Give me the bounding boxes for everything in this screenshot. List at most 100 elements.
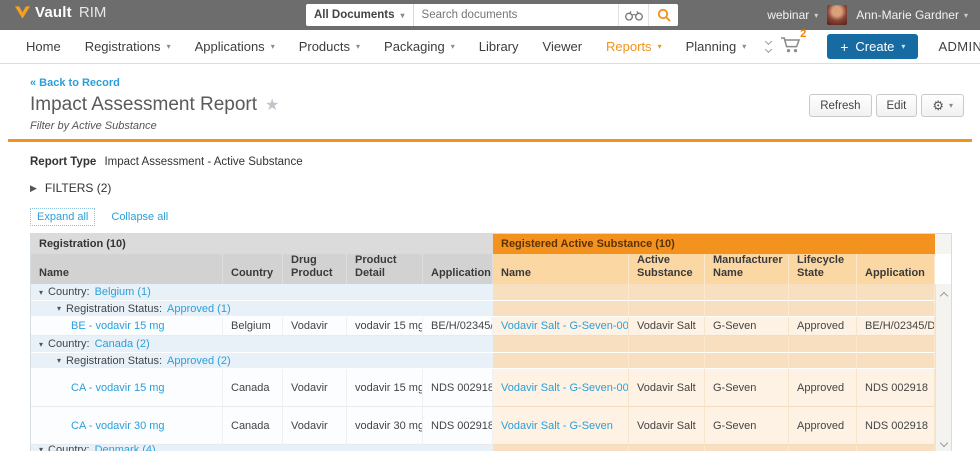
nav-right-group: 2 + Create ▾ ADMIN → [779,34,980,59]
scroll-down-icon[interactable] [937,437,951,451]
favorite-star-icon[interactable]: ★ [265,95,279,115]
search-bar: All Documents ▾ [306,4,678,26]
edit-button[interactable]: Edit [876,94,918,117]
expand-all-link[interactable]: Expand all [30,208,95,226]
group-link[interactable]: Belgium (1) [95,286,151,298]
column-header-drug-product[interactable]: Drug Product [283,254,347,284]
group-label: Country: [48,338,90,350]
nav-tab-registrations[interactable]: Registrations▾ [73,39,183,54]
group-link[interactable]: Denmark (4) [95,445,156,451]
search-icon [657,8,671,22]
admin-link[interactable]: ADMIN → [938,39,980,54]
search-scope-dropdown[interactable]: All Documents ▾ [306,4,414,26]
group-filler-cell [705,353,789,369]
registration-country-cell: Canada [223,407,283,445]
search-scope-label: All Documents [314,9,395,21]
search-button[interactable] [648,4,678,26]
group-filler-cell [789,445,857,451]
nav-tab-label: Planning [686,39,737,54]
back-to-record-link[interactable]: « Back to Record [30,77,120,89]
nav-tab-label: Products [299,39,350,54]
substance-name-link[interactable]: Vodavir Salt - G-Seven [501,420,613,432]
column-header-name[interactable]: Name [493,254,629,284]
user-avatar[interactable] [827,5,847,25]
nav-tab-products[interactable]: Products▾ [287,39,372,54]
column-header-application[interactable]: Application [423,254,493,284]
top-header-bar: Vault RIM All Documents ▾ webinar ▾ [0,0,980,30]
refresh-button[interactable]: Refresh [809,94,871,117]
group-cell: ▾Country:Denmark (4) [31,445,493,451]
substance-name-link[interactable]: Vodavir Salt - G-Seven-000005 [501,320,629,332]
column-header-manufacturer-name[interactable]: Manufacturer Name [705,254,789,284]
substance-active-substance-cell: Vodavir Salt [629,407,705,445]
caret-down-icon: ▾ [401,11,405,20]
registration-name-link[interactable]: BE - vodavir 15 mg [71,320,165,332]
more-tabs-icon[interactable] [758,39,779,54]
collapse-arrow-icon[interactable]: ▾ [57,356,61,365]
registration-name-link[interactable]: CA - vodavir 30 mg [71,420,165,432]
cart-button[interactable]: 2 [779,34,803,59]
advanced-search-icon[interactable] [618,4,648,26]
group-link[interactable]: Approved (2) [167,355,231,367]
collapse-arrow-icon[interactable]: ▾ [39,288,43,297]
nav-tab-label: Applications [195,39,265,54]
active-substance-group-header: Registered Active Substance (10) [493,234,935,254]
vault-selector-label: webinar [767,8,809,22]
nav-tab-planning[interactable]: Planning▾ [674,39,759,54]
group-filler-cell [629,353,705,369]
accent-divider [8,139,972,142]
report-type-line: Report Type Impact Assessment - Active S… [30,156,980,168]
user-menu[interactable]: Ann-Marie Gardner ▾ [856,8,968,22]
group-filler-cell [789,301,857,317]
group-link[interactable]: Approved (1) [167,303,231,315]
table-row: CA - vodavir 15 mgCanadaVodavirvodavir 1… [31,369,935,407]
column-header-lifecycle-state[interactable]: Lifecycle State [789,254,857,284]
registration-name-cell: CA - vodavir 15 mg [31,369,223,407]
vertical-scrollbar[interactable] [935,284,951,451]
scroll-up-icon[interactable] [937,288,951,302]
registration-application-cell: BE/H/02345/DC [423,317,493,336]
substance-manufacturer-name-cell: G-Seven [705,369,789,407]
column-header-row: NameCountryDrug ProductProduct DetailApp… [31,254,935,284]
page-title-text: Impact Assessment Report [30,94,257,116]
filters-toggle[interactable]: ▶ FILTERS (2) [30,181,980,195]
nav-tab-applications[interactable]: Applications▾ [183,39,287,54]
page-title: Impact Assessment Report ★ [30,94,279,116]
registration-drug-product-cell: Vodavir [283,317,347,336]
registration-application-cell: NDS 002918 [423,369,493,407]
nav-tab-viewer[interactable]: Viewer [531,39,595,54]
nav-tab-library[interactable]: Library [467,39,531,54]
search-input[interactable] [414,4,618,26]
nav-tab-home[interactable]: Home [14,39,73,54]
collapse-all-link[interactable]: Collapse all [111,211,168,223]
group-cell: ▾Registration Status:Approved (2) [31,353,493,369]
vault-selector[interactable]: webinar ▾ [767,8,818,22]
collapse-arrow-icon[interactable]: ▾ [39,340,43,349]
registration-product-detail-cell: vodavir 30 mg [347,407,423,445]
vault-logo[interactable]: Vault RIM [14,4,106,21]
create-button[interactable]: + Create ▾ [827,34,918,59]
column-header-name[interactable]: Name [31,254,223,284]
nav-tab-packaging[interactable]: Packaging▾ [372,39,467,54]
nav-tab-reports[interactable]: Reports▾ [594,39,674,54]
collapse-arrow-icon[interactable]: ▾ [57,304,61,313]
registration-application-cell: NDS 002918 [423,407,493,445]
group-filler-cell [705,336,789,353]
group-header-row: Registration (10) Registered Active Subs… [31,234,951,254]
column-header-active-substance[interactable]: Active Substance [629,254,705,284]
group-row: ▾Registration Status:Approved (2) [31,353,935,369]
group-filler-cell [629,336,705,353]
registration-name-cell: CA - vodavir 30 mg [31,407,223,445]
group-filler-cell [705,284,789,301]
registration-name-link[interactable]: CA - vodavir 15 mg [71,382,165,394]
registration-product-detail-cell: vodavir 15 mg [347,317,423,336]
substance-name-link[interactable]: Vodavir Salt - G-Seven-000001 [501,382,629,394]
actions-menu-button[interactable]: ⚙ ▾ [921,94,964,117]
column-header-application[interactable]: Application [857,254,935,284]
substance-application-cell: NDS 002918 [857,407,935,445]
column-header-country[interactable]: Country [223,254,283,284]
group-link[interactable]: Canada (2) [95,338,150,350]
collapse-arrow-icon[interactable]: ▾ [39,445,43,451]
column-header-product-detail[interactable]: Product Detail [347,254,423,284]
substance-name-cell: Vodavir Salt - G-Seven-000001 [493,369,629,407]
